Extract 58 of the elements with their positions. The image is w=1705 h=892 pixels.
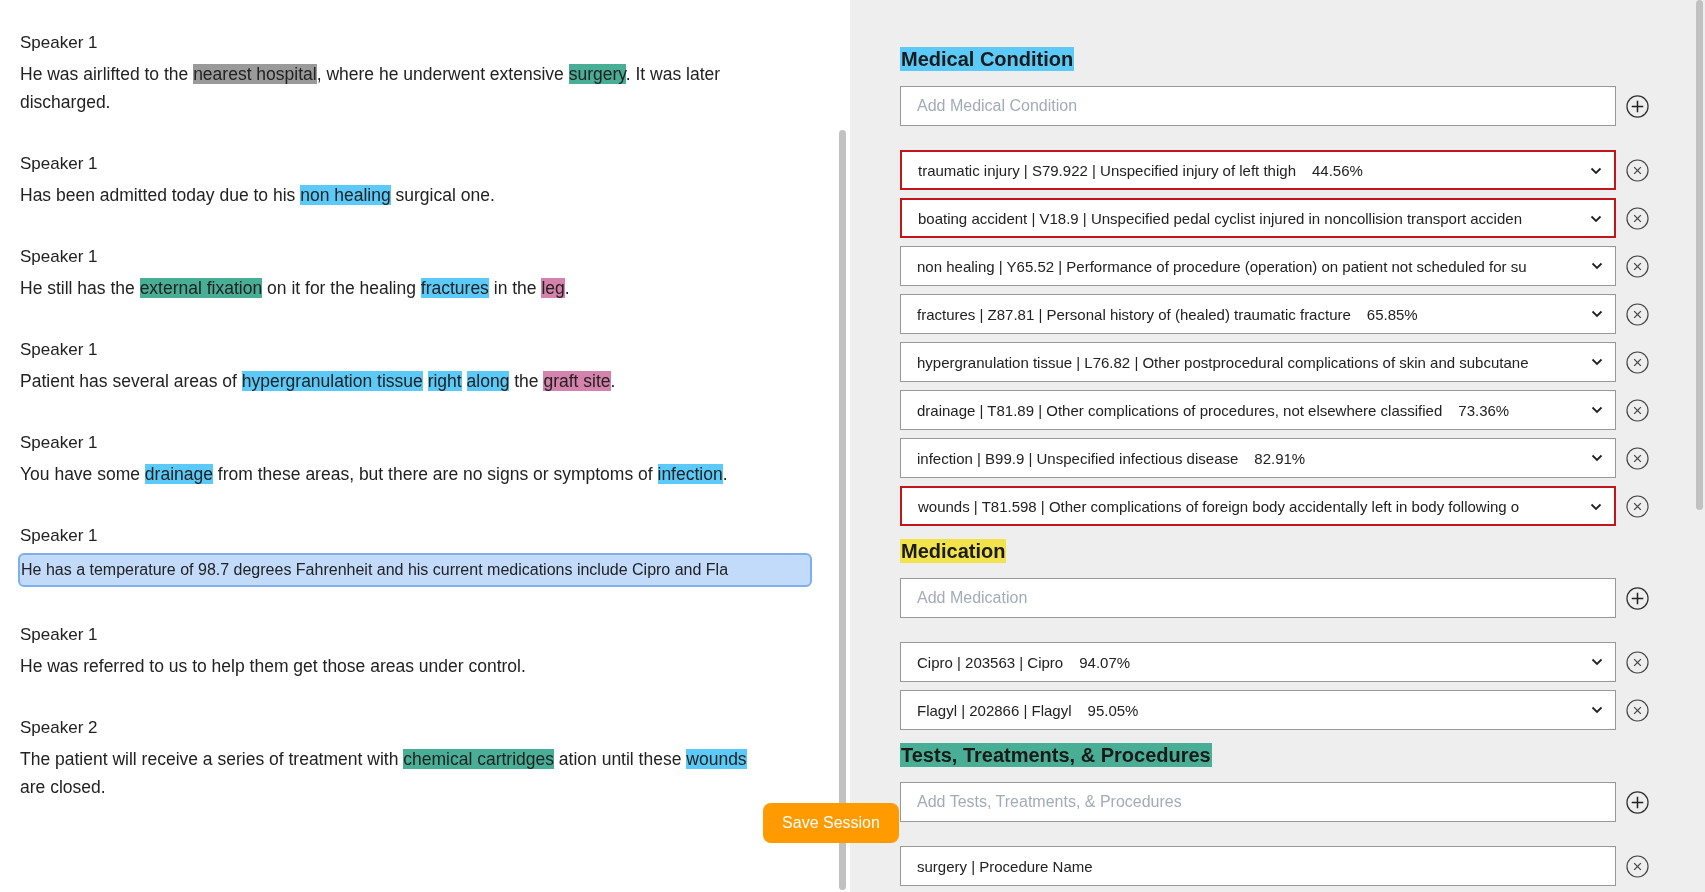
code-select[interactable]: fractures | Z87.81 | Personal history of (healed) traumatic fracture 65.85% <box>900 294 1616 334</box>
speaker-label: Speaker 1 <box>20 339 99 361</box>
code-select[interactable]: infection | B99.9 | Unspecified infectious disease 82.91% <box>900 438 1616 478</box>
code-select[interactable]: traumatic injury | S79.922 | Unspecified injury of left thigh 44.56% <box>900 150 1616 190</box>
utterance-text: Has been admitted today due to his non healing surgical one. <box>20 184 496 207</box>
speaker-label: Speaker 1 <box>20 32 99 54</box>
chevron-down-icon <box>1591 262 1603 270</box>
code-select[interactable]: wounds | T81.598 | Other complications of foreign body accidentally left in body following o <box>900 486 1616 526</box>
section-title: Tests, Treatments, & Procedures <box>900 743 1212 767</box>
remove-icon[interactable] <box>1626 350 1649 374</box>
code-select[interactable]: drainage | T81.89 | Other complications of procedures, not elsewhere classified 73.36% <box>900 390 1616 430</box>
remove-icon[interactable] <box>1626 494 1649 518</box>
remove-icon[interactable] <box>1626 854 1649 878</box>
chevron-down-icon <box>1590 215 1602 223</box>
remove-icon[interactable] <box>1626 446 1649 470</box>
chevron-down-icon <box>1590 167 1602 175</box>
remove-icon[interactable] <box>1626 158 1649 182</box>
utterance-text: He was airlifted to the nearest hospital, where he underwent extensive surgery. It was later discharged. <box>20 63 722 114</box>
utterance-text: He still has the external fixation on it for the healing fractures in the leg. <box>20 277 571 300</box>
code-select[interactable]: Cipro | 203563 | Cipro 94.07% <box>900 642 1616 682</box>
chevron-down-icon <box>1591 358 1603 366</box>
utterance-text: The patient will receive a series of treatment with chemical cartridges ation until these wounds are closed. <box>20 748 748 799</box>
scrollbar[interactable] <box>1696 0 1703 510</box>
chevron-down-icon <box>1591 658 1603 666</box>
utterance-edit-field[interactable]: He has a temperature of 98.7 degrees Fahrenheit and his current medications include Cipro and Fla <box>18 553 812 587</box>
remove-icon[interactable] <box>1626 302 1649 326</box>
code-select[interactable]: non healing | Y65.52 | Performance of procedure (operation) on patient not scheduled for su <box>900 246 1616 286</box>
remove-icon[interactable] <box>1626 254 1649 278</box>
remove-icon[interactable] <box>1626 698 1649 722</box>
speaker-label: Speaker 1 <box>20 525 99 547</box>
utterance-text: You have some drainage from these areas, but there are no signs or symptoms of infection. <box>20 463 729 486</box>
code-select[interactable]: boating accident | V18.9 | Unspecified pedal cyclist injured in noncollision transport acciden <box>900 198 1616 238</box>
add-input-field[interactable]: Add Tests, Treatments, & Procedures <box>900 782 1616 822</box>
remove-icon[interactable] <box>1626 398 1649 422</box>
remove-icon[interactable] <box>1626 650 1649 674</box>
section-title: Medication <box>900 539 1007 563</box>
section-title: Medical Condition <box>900 47 1075 71</box>
remove-icon[interactable] <box>1626 206 1649 230</box>
add-icon[interactable] <box>1626 790 1649 814</box>
add-input-field[interactable]: Add Medication <box>900 578 1616 618</box>
chevron-down-icon <box>1591 706 1603 714</box>
utterance-text: Patient has several areas of hypergranulation tissue right along the graft site. <box>20 370 617 393</box>
chevron-down-icon <box>1591 406 1603 414</box>
add-input-field[interactable]: Add Medical Condition <box>900 86 1616 126</box>
code-field[interactable]: surgery | Procedure Name <box>900 846 1616 886</box>
add-icon[interactable] <box>1626 94 1649 118</box>
add-icon[interactable] <box>1626 586 1649 610</box>
utterance-text: He was referred to us to help them get those areas under control. <box>20 655 527 678</box>
speaker-label: Speaker 2 <box>20 717 99 739</box>
speaker-label: Speaker 1 <box>20 432 99 454</box>
chevron-down-icon <box>1590 503 1602 511</box>
speaker-label: Speaker 1 <box>20 246 99 268</box>
code-select[interactable]: hypergranulation tissue | L76.82 | Other postprocedural complications of skin and subcutane <box>900 342 1616 382</box>
chevron-down-icon <box>1591 310 1603 318</box>
speaker-label: Speaker 1 <box>20 153 99 175</box>
code-select[interactable]: Flagyl | 202866 | Flagyl 95.05% <box>900 690 1616 730</box>
chevron-down-icon <box>1591 454 1603 462</box>
speaker-label: Speaker 1 <box>20 624 99 646</box>
